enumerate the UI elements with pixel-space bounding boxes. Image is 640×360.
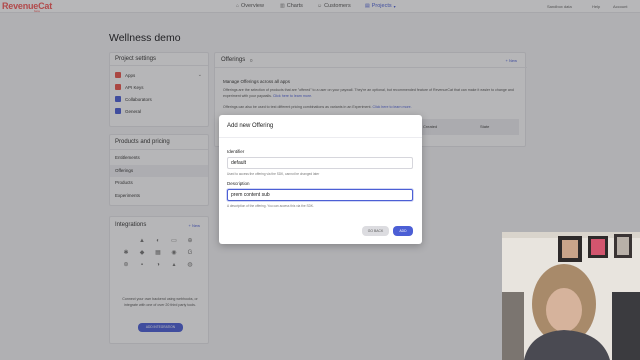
- description-label: Description: [227, 181, 250, 186]
- identifier-field[interactable]: default: [227, 157, 413, 169]
- description-hint: A description of the offering. You can a…: [227, 204, 314, 208]
- identifier-label: Identifier: [227, 149, 245, 154]
- modal-title: Add new Offering: [227, 123, 274, 129]
- add-button[interactable]: ADD: [393, 226, 413, 236]
- add-offering-modal: Add new Offering Identifier default Used…: [219, 115, 422, 244]
- webcam-image: [502, 232, 640, 360]
- go-back-button[interactable]: GO BACK: [362, 226, 389, 236]
- description-field[interactable]: prem content sub: [227, 189, 413, 201]
- divider: [219, 137, 422, 138]
- webcam-video: [502, 232, 640, 360]
- identifier-hint: Used to access the offering via the SDK,…: [227, 172, 320, 176]
